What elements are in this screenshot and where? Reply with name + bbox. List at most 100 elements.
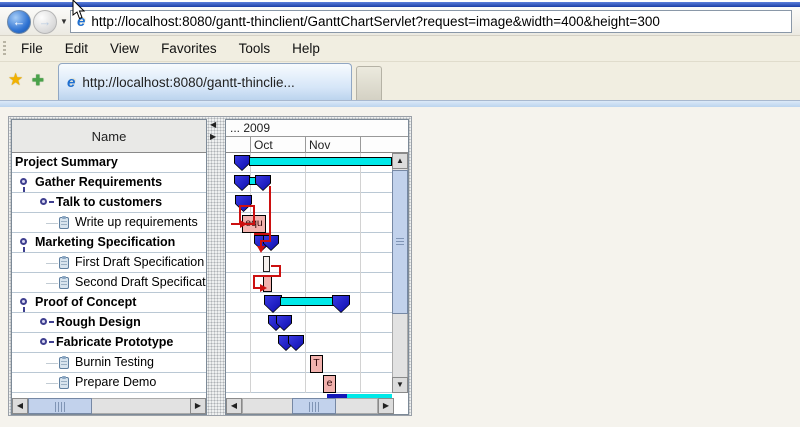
task-leaf-icon — [59, 357, 69, 369]
tree-item-label: First Draft Specification — [75, 253, 204, 272]
dependency-arrowhead — [240, 220, 247, 228]
navigation-bar: ← → ▼ e http://localhost:8080/gantt-thin… — [0, 0, 800, 36]
tree-node-icon[interactable] — [40, 338, 47, 345]
month-boundary-line — [250, 137, 251, 154]
vscroll-down-button[interactable]: ▼ — [392, 377, 408, 393]
window-top-edge — [0, 2, 800, 7]
tree-connector-line — [46, 263, 58, 264]
address-bar[interactable]: e http://localhost:8080/gantt-thinclient… — [70, 10, 792, 33]
milestone-icon[interactable] — [288, 335, 304, 351]
menu-view[interactable]: View — [99, 38, 150, 59]
tree-item-gather-requirements[interactable]: Gather Requirements — [12, 173, 206, 193]
hscroll-left-button[interactable]: ◀ — [12, 398, 28, 414]
tree-item-rough-design[interactable]: Rough Design — [12, 313, 206, 333]
menu-bar: FileEditViewFavoritesToolsHelp — [0, 36, 800, 62]
month-boundary-line — [305, 137, 306, 154]
chart-hscroll-right-button[interactable]: ▶ — [378, 398, 394, 414]
splitter-collapse-right-icon[interactable]: ▶ — [210, 133, 216, 141]
menu-file[interactable]: File — [10, 38, 54, 59]
tree-item-second-draft-specificati[interactable]: Second Draft Specificati.. — [12, 273, 206, 293]
menu-favorites[interactable]: Favorites — [150, 38, 228, 59]
gantt-applet: Name Project SummaryGather RequirementsT… — [8, 116, 412, 416]
history-dropdown-icon[interactable]: ▼ — [60, 17, 68, 26]
split-pane-divider[interactable]: ◀ ▶ — [207, 119, 225, 415]
task-bar[interactable] — [263, 256, 270, 272]
chart-canvas[interactable]: equTe — [226, 153, 392, 393]
menu-tools[interactable]: Tools — [228, 38, 282, 59]
task-label-box[interactable]: e — [323, 375, 336, 393]
browser-window: ← → ▼ e http://localhost:8080/gantt-thin… — [0, 0, 800, 427]
tree-item-project-summary[interactable]: Project Summary — [12, 153, 206, 173]
tree-item-label: Write up requirements — [75, 213, 198, 232]
tree-item-talk-to-customers[interactable]: Talk to customers — [12, 193, 206, 213]
month-boundary-line — [360, 137, 361, 154]
tree-item-write-up-requirements[interactable]: Write up requirements — [12, 213, 206, 233]
tree-node-expanded-icon[interactable] — [20, 298, 27, 305]
tree-item-marketing-specification[interactable]: Marketing Specification — [12, 233, 206, 253]
tree-node-expanded-icon[interactable] — [20, 178, 27, 185]
tree-item-label: Talk to customers — [56, 193, 162, 212]
task-leaf-icon — [59, 217, 69, 229]
toolbar-grip[interactable] — [3, 41, 6, 57]
milestone-icon[interactable] — [234, 155, 250, 171]
hscroll-right-button[interactable]: ▶ — [190, 398, 206, 414]
forward-icon: → — [39, 14, 52, 29]
menu-items: FileEditViewFavoritesToolsHelp — [10, 38, 331, 59]
menu-help[interactable]: Help — [281, 38, 331, 59]
tree-item-label: Fabricate Prototype — [56, 333, 173, 352]
task-label-box[interactable]: T — [310, 355, 323, 373]
month-label-nov: Nov — [309, 138, 330, 152]
tab-bar-bottom-band — [0, 100, 800, 107]
dependency-link — [253, 287, 260, 289]
dependency-arrowhead — [257, 246, 265, 253]
tree-item-label: Second Draft Specificati.. — [75, 273, 206, 292]
vscroll-up-button[interactable]: ▲ — [392, 153, 408, 169]
summary-bar[interactable] — [249, 157, 392, 166]
tab-bar: ★ ✚ e http://localhost:8080/gantt-thincl… — [0, 62, 800, 107]
chart-hscroll-thumb[interactable] — [292, 398, 336, 414]
vscroll-thumb[interactable] — [392, 170, 408, 314]
tree-node-icon[interactable] — [40, 198, 47, 205]
task-name-panel: Name Project SummaryGather RequirementsT… — [11, 119, 207, 415]
hscroll-thumb[interactable] — [28, 398, 92, 414]
tree-connector-line — [46, 363, 58, 364]
tab-active[interactable]: e http://localhost:8080/gantt-thinclie..… — [58, 63, 352, 100]
tree-item-proof-of-concept[interactable]: Proof of Concept — [12, 293, 206, 313]
tree-item-label: Prepare Demo — [75, 373, 156, 392]
tree-item-label: Project Summary — [15, 153, 118, 172]
back-icon: ← — [13, 14, 26, 29]
new-tab-button[interactable] — [356, 66, 382, 100]
tree-item-burnin-testing[interactable]: Burnin Testing — [12, 353, 206, 373]
summary-bar[interactable] — [280, 297, 334, 306]
tree-node-expanded-icon[interactable] — [20, 238, 27, 245]
tree-item-label: Burnin Testing — [75, 353, 154, 372]
milestone-icon[interactable] — [234, 175, 250, 191]
month-label-oct: Oct — [254, 138, 273, 152]
timeline-header: ... 2009 OctNov — [226, 120, 408, 153]
task-leaf-icon — [59, 277, 69, 289]
gantt-chart-panel: ... 2009 OctNov equTe ▲ ▼ ◀ ▶ — [225, 119, 409, 415]
menu-edit[interactable]: Edit — [54, 38, 99, 59]
tree-connector-line — [46, 383, 58, 384]
splitter-collapse-left-icon[interactable]: ◀ — [210, 121, 216, 129]
dependency-link — [253, 275, 281, 277]
forward-button[interactable]: → — [33, 10, 57, 34]
tree-item-first-draft-specification[interactable]: First Draft Specification — [12, 253, 206, 273]
tree-item-label: Rough Design — [56, 313, 141, 332]
dependency-link — [269, 186, 271, 235]
add-favorite-icon[interactable]: ✚ — [32, 72, 44, 89]
url-text[interactable]: http://localhost:8080/gantt-thinclient/G… — [91, 14, 660, 29]
grid-month-line — [250, 153, 251, 393]
milestone-icon[interactable] — [263, 235, 279, 251]
milestone-icon[interactable] — [332, 295, 350, 313]
tree-item-label: Marketing Specification — [35, 233, 175, 252]
tab-page-icon: e — [67, 74, 75, 91]
task-leaf-icon — [59, 377, 69, 389]
tree-item-fabricate-prototype[interactable]: Fabricate Prototype — [12, 333, 206, 353]
chart-hscroll-left-button[interactable]: ◀ — [226, 398, 242, 414]
tree-node-icon[interactable] — [40, 318, 47, 325]
tree-item-prepare-demo[interactable]: Prepare Demo — [12, 373, 206, 393]
favorites-star-icon[interactable]: ★ — [8, 70, 23, 90]
name-column-header: Name — [12, 120, 206, 153]
back-button[interactable]: ← — [7, 10, 31, 34]
